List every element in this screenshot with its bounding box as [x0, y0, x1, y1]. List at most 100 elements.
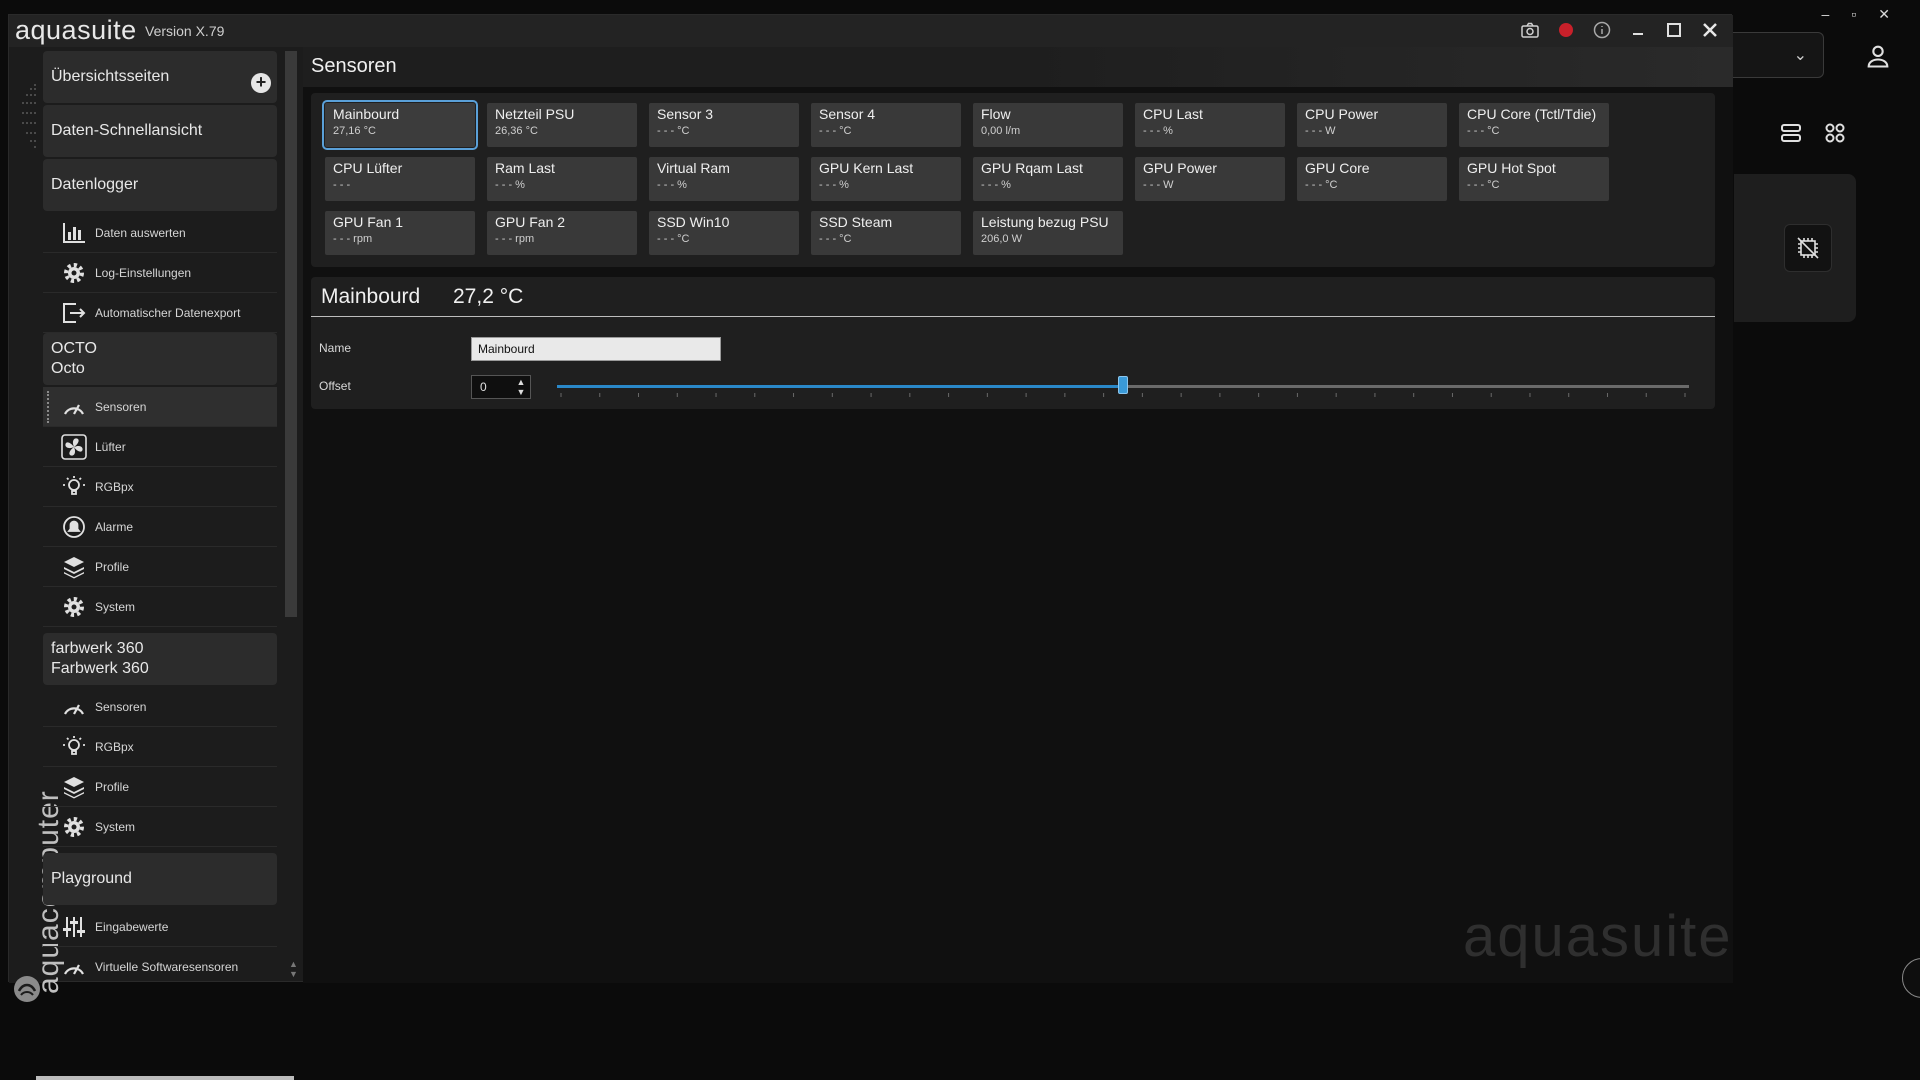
- sensor-tile-value: - - -: [333, 179, 351, 191]
- sensor-tile[interactable]: Flow 0,00 l/m: [973, 103, 1123, 147]
- slider-thumb[interactable]: [1118, 376, 1128, 394]
- sidebar-section-playground[interactable]: Playground: [43, 853, 277, 905]
- sidebar-item-farbwerk-system[interactable]: System: [43, 807, 277, 847]
- sensor-tile[interactable]: Sensor 3 - - - °C: [649, 103, 799, 147]
- sensor-tile[interactable]: GPU Fan 2 - - - rpm: [487, 211, 637, 255]
- sidebar-item-farbwerk-sensoren[interactable]: Sensoren: [43, 687, 277, 727]
- sensor-tile-label: Leistung bezug PSU: [981, 214, 1109, 230]
- sensor-tile[interactable]: CPU Last - - - %: [1135, 103, 1285, 147]
- slider-fill: [557, 385, 1123, 388]
- sensor-tile[interactable]: GPU Fan 1 - - - rpm: [325, 211, 475, 255]
- maximize-icon[interactable]: ▫: [1851, 6, 1856, 23]
- sensor-tile[interactable]: Mainbourd 27,16 °C: [322, 100, 478, 150]
- sensor-tile-label: GPU Hot Spot: [1467, 160, 1556, 176]
- close-icon[interactable]: [1699, 19, 1721, 41]
- sensor-tile-label: Sensor 3: [657, 106, 714, 122]
- detail-sensor-name: Mainbourd: [321, 285, 421, 308]
- sensor-tile[interactable]: SSD Win10 - - - °C: [649, 211, 799, 255]
- title-bar[interactable]: aquasuite Version X.79: [9, 15, 1733, 47]
- title-bar-icons: [1519, 19, 1721, 41]
- sidebar: Übersichtsseiten + Daten-Schnellansicht …: [43, 51, 287, 981]
- sensor-tile[interactable]: Leistung bezug PSU 206,0 W: [973, 211, 1123, 255]
- minimize-icon[interactable]: –: [1822, 6, 1830, 23]
- sensor-tile[interactable]: SSD Steam - - - °C: [811, 211, 961, 255]
- sensor-tile[interactable]: GPU Core - - - °C: [1297, 157, 1447, 201]
- sidebar-section-overview[interactable]: Übersichtsseiten +: [43, 51, 277, 103]
- sensor-tile-value: 27,16 °C: [333, 125, 376, 137]
- sensor-tile[interactable]: CPU Power - - - W: [1297, 103, 1447, 147]
- add-page-button[interactable]: +: [251, 73, 271, 93]
- sidebar-item-farbwerk-rgbpx[interactable]: RGBpx: [43, 727, 277, 767]
- sensor-tile-label: Sensor 4: [819, 106, 876, 122]
- info-icon[interactable]: [1591, 19, 1613, 41]
- sensor-tile[interactable]: Sensor 4 - - - °C: [811, 103, 961, 147]
- bulb-icon: [61, 474, 87, 500]
- sidebar-item-virtuelle-softwaresensoren[interactable]: Virtuelle Softwaresensoren: [43, 947, 277, 981]
- sensor-tile-label: GPU Kern Last: [819, 160, 914, 176]
- record-icon[interactable]: [1555, 19, 1577, 41]
- aquasuite-window: aquasuite Version X.79 Übersichtsseiten …: [8, 14, 1733, 1002]
- camera-icon[interactable]: [1519, 19, 1541, 41]
- maximize-icon[interactable]: [1663, 19, 1685, 41]
- bar-chart-icon: [61, 220, 87, 246]
- sensor-detail-panel: Mainbourd 27,2 °C Name Offset 0 ▲▼: [311, 277, 1715, 409]
- sensor-tile[interactable]: GPU Rqam Last - - - %: [973, 157, 1123, 201]
- sidebar-item-octo-profile[interactable]: Profile: [43, 547, 277, 587]
- offset-stepper[interactable]: 0 ▲ ▼: [471, 375, 531, 399]
- scroll-arrows[interactable]: ▲ ▼: [289, 959, 298, 979]
- sidebar-item-daten-auswerten[interactable]: Daten auswerten: [43, 213, 277, 253]
- close-icon[interactable]: ✕: [1878, 6, 1890, 23]
- sensor-tile[interactable]: Ram Last - - - %: [487, 157, 637, 201]
- gauge-icon: [61, 694, 87, 720]
- offset-slider[interactable]: [557, 373, 1689, 401]
- fan-icon: [61, 433, 87, 460]
- sidebar-section-quickview[interactable]: Daten-Schnellansicht: [43, 105, 277, 157]
- sensor-tile[interactable]: Netzteil PSU 26,36 °C: [487, 103, 637, 147]
- sidebar-item-label: Sensoren: [95, 699, 147, 714]
- user-icon[interactable]: [1864, 42, 1892, 70]
- device-name-label: Octo: [51, 360, 85, 377]
- sidebar-item-datenexport[interactable]: Automatischer Datenexport: [43, 293, 277, 333]
- grid-view-icon[interactable]: [1824, 122, 1846, 144]
- sidebar-section-farbwerk[interactable]: farbwerk 360 Farbwerk 360: [43, 633, 277, 685]
- sensor-tile[interactable]: CPU Lüfter - - -: [325, 157, 475, 201]
- sidebar-item-octo-sensoren[interactable]: Sensoren: [43, 387, 277, 427]
- alarm-icon: [61, 514, 87, 540]
- sensor-tile-label: GPU Rqam Last: [981, 160, 1083, 176]
- sidebar-scrollbar[interactable]: [285, 51, 297, 617]
- sidebar-item-farbwerk-profile[interactable]: Profile: [43, 767, 277, 807]
- sensor-tile[interactable]: GPU Hot Spot - - - °C: [1459, 157, 1609, 201]
- sidebar-section-datalogger[interactable]: Datenlogger: [43, 159, 277, 211]
- sidebar-item-octo-rgbpx[interactable]: RGBpx: [43, 467, 277, 507]
- sidebar-item-octo-luefter[interactable]: Lüfter: [43, 427, 277, 467]
- sensor-tile[interactable]: CPU Core (Tctl/Tdie) - - - °C: [1459, 103, 1609, 147]
- sensor-tile-label: GPU Fan 1: [333, 214, 404, 230]
- sidebar-item-log-einstellungen[interactable]: Log-Einstellungen: [43, 253, 277, 293]
- sensor-tile[interactable]: GPU Power - - - W: [1135, 157, 1285, 201]
- sidebar-item-octo-system[interactable]: System: [43, 587, 277, 627]
- sensor-tile-value: - - - °C: [819, 233, 852, 245]
- sensor-tile-label: Flow: [981, 106, 1011, 122]
- side-tab-button[interactable]: [1902, 958, 1920, 998]
- spin-arrows-icon[interactable]: ▲ ▼: [515, 377, 527, 397]
- list-view-icon[interactable]: [1780, 122, 1802, 144]
- name-input[interactable]: [471, 337, 721, 361]
- sensor-tile[interactable]: Virtual Ram - - - %: [649, 157, 799, 201]
- sidebar-item-label: Profile: [95, 559, 130, 574]
- sensor-tile-value: - - - %: [495, 179, 525, 191]
- sensor-tile-value: - - - rpm: [495, 233, 535, 245]
- sidebar-item-octo-alarme[interactable]: Alarme: [43, 507, 277, 547]
- sidebar-section-octo[interactable]: OCTO Octo: [43, 333, 277, 385]
- bulb-icon: [61, 734, 87, 760]
- sensor-tiles-panel: Mainbourd 27,16 °C Netzteil PSU 26,36 °C Sen…: [311, 93, 1715, 267]
- sensor-tile-value: - - - %: [819, 179, 849, 191]
- sensor-tile-label: Mainbourd: [333, 106, 400, 122]
- offset-label: Offset: [319, 379, 351, 393]
- sensor-tile-value: - - - °C: [657, 233, 690, 245]
- sidebar-item-label: Sensoren: [95, 399, 147, 414]
- sidebar-item-label: Virtuelle Softwaresensoren: [95, 959, 239, 974]
- chip-button[interactable]: [1784, 224, 1832, 272]
- sidebar-item-eingabewerte[interactable]: Eingabewerte: [43, 907, 277, 947]
- sensor-tile[interactable]: GPU Kern Last - - - %: [811, 157, 961, 201]
- minimize-icon[interactable]: [1627, 19, 1649, 41]
